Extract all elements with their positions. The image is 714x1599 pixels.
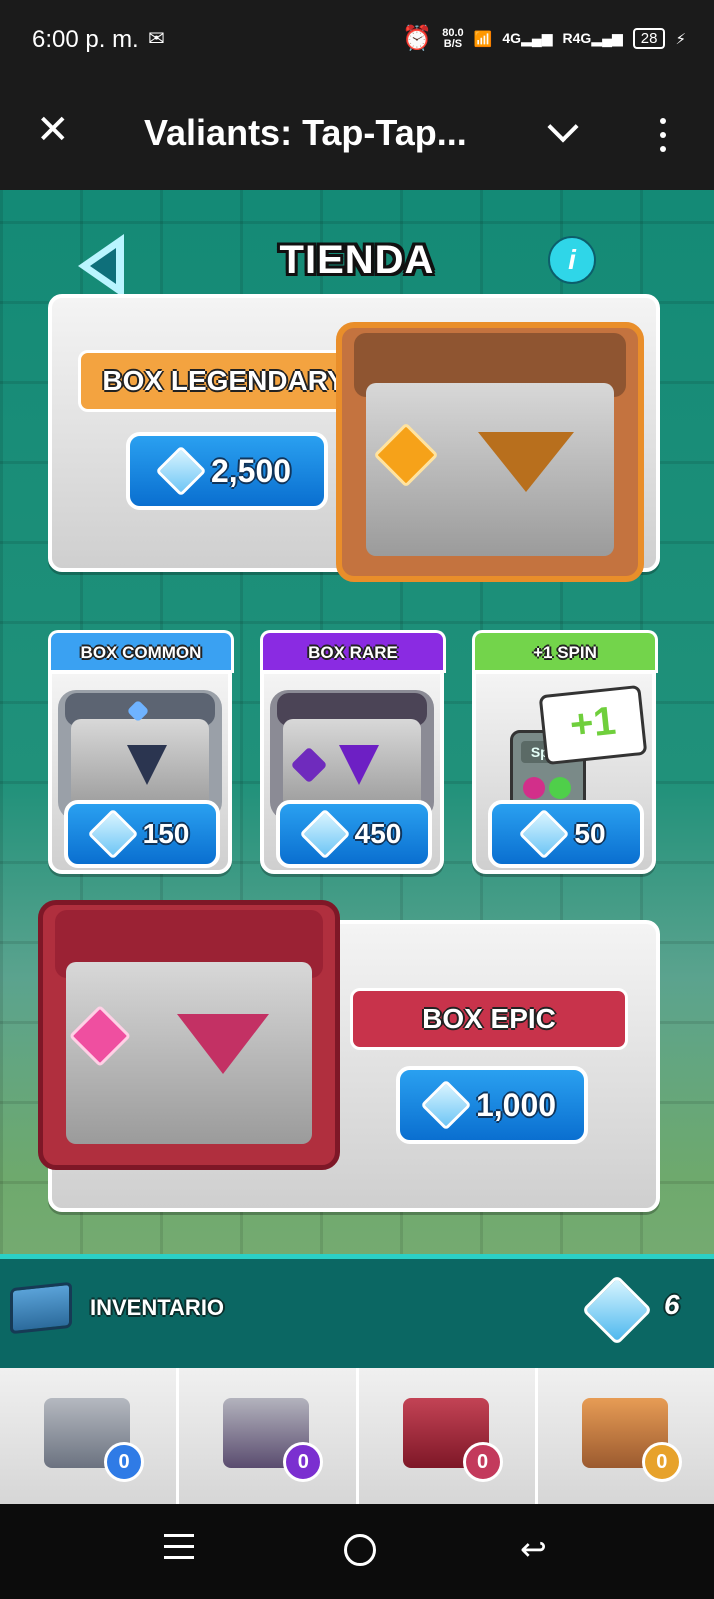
box-epic-price-button[interactable]: 1,000: [396, 1066, 588, 1144]
box-epic-label: BOX EPIC: [350, 988, 628, 1050]
count-badge: 0: [283, 1442, 324, 1482]
price-value: 2,500: [210, 452, 292, 489]
chevron-down-icon[interactable]: [547, 111, 579, 143]
legendary-chest-image: [336, 322, 644, 582]
recent-apps-icon[interactable]: [164, 1534, 194, 1567]
charging-icon: ⚡: [675, 30, 686, 48]
more-options-icon[interactable]: [660, 118, 666, 160]
page-title: TIENDA: [279, 238, 435, 282]
box-epic-card[interactable]: BOX EPIC 1,000: [38, 900, 660, 1212]
box-legendary-card[interactable]: BOX LEGENDARY 2,500: [48, 294, 660, 582]
gem-icon: [420, 1079, 472, 1131]
close-icon[interactable]: ✕: [36, 110, 70, 150]
box-common-price-button[interactable]: 150: [64, 800, 220, 868]
gem-icon: [87, 808, 139, 860]
gem-icon: [518, 808, 570, 860]
status-bar: 6:00 p. m. ✉ ⏰ 80.0 B/S 📶 4G▂▄▆ R4G▂▄▆ 28…: [0, 0, 714, 82]
mail-icon: ✉: [148, 28, 165, 50]
spin-label: +1 SPIN: [472, 630, 658, 673]
wifi-icon: 📶: [473, 30, 493, 48]
inventory-bar: INVENTARIO 6: [0, 1254, 714, 1373]
count-badge: 0: [462, 1442, 503, 1482]
gem-icon: [155, 445, 207, 497]
alarm-icon: ⏰: [402, 25, 433, 52]
price-value: 150: [142, 818, 190, 849]
inventory-title: INVENTARIO: [90, 1295, 225, 1320]
plus-one-badge-image: +1: [538, 684, 648, 766]
gem-icon: [299, 808, 351, 860]
count-badge: 0: [641, 1442, 682, 1482]
box-rare-price-button[interactable]: 450: [276, 800, 432, 868]
box-legendary-price-button[interactable]: 2,500: [126, 432, 328, 510]
app-title: Valiants: Tap-Tap...: [144, 112, 467, 153]
box-common-label: BOX COMMON: [48, 630, 234, 673]
box-rare-label: BOX RARE: [260, 630, 446, 673]
spin-price-button[interactable]: 50: [488, 800, 644, 868]
back-icon[interactable]: ↩: [520, 1533, 547, 1565]
inventory-chest-icon: [10, 1281, 72, 1335]
gem-icon: [581, 1274, 653, 1346]
gem-count: 6: [664, 1289, 680, 1320]
price-value: 50: [574, 818, 606, 849]
battery-indicator: 28: [632, 28, 666, 49]
signal-1: 4G▂▄▆: [502, 30, 553, 46]
home-icon[interactable]: [344, 1534, 376, 1566]
status-time: 6:00 p. m.: [32, 26, 139, 53]
count-badge: 0: [104, 1442, 144, 1482]
shop-screen: TIENDA i BOX LEGENDARY 2,500 BOX COMMON …: [0, 190, 714, 1504]
price-value: 450: [354, 818, 402, 849]
network-speed: 80.0 B/S: [442, 26, 464, 50]
price-value: 1,000: [475, 1086, 557, 1123]
system-nav-bar: ↩: [0, 1504, 714, 1599]
epic-chest-image: [38, 900, 340, 1170]
signal-2: R4G▂▄▆: [562, 30, 623, 46]
app-bar: ✕ Valiants: Tap-Tap...: [0, 82, 714, 190]
info-icon[interactable]: i: [548, 236, 596, 284]
status-right: ⏰ 80.0 B/S 📶 4G▂▄▆ R4G▂▄▆ 28 ⚡: [402, 24, 686, 53]
box-legendary-label: BOX LEGENDARY: [78, 350, 370, 412]
inventory-slots: 0 0 0 0: [0, 1368, 714, 1504]
inventory-slot-legendary[interactable]: 0: [537, 1368, 714, 1504]
inventory-slot-rare[interactable]: 0: [179, 1368, 359, 1504]
inventory-slot-epic[interactable]: 0: [358, 1368, 538, 1504]
inventory-slot-common[interactable]: 0: [0, 1368, 180, 1504]
